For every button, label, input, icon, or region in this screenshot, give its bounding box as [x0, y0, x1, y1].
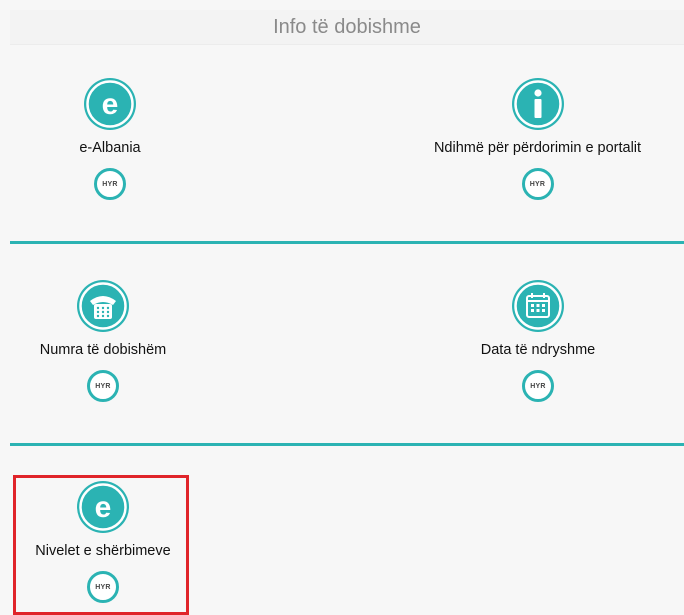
card-numra: Numra të dobishëm HYR [18, 280, 188, 402]
section-title: Info të dobishme [273, 15, 421, 38]
hyr-label: HYR [529, 180, 546, 188]
hyr-label: HYR [102, 180, 118, 188]
card-label: e-Albania [79, 140, 141, 156]
hyr-button[interactable]: HYR [522, 370, 554, 402]
e-letter-icon[interactable]: e [84, 78, 136, 130]
card-label: Data të ndryshme [480, 342, 596, 358]
card-e-albania: e e-Albania HYR [50, 78, 170, 200]
hyr-button[interactable]: HYR [521, 168, 554, 200]
phone-icon[interactable] [77, 280, 129, 332]
hyr-label: HYR [530, 382, 546, 390]
divider [10, 241, 684, 244]
card-data: Data të ndryshme HYR [458, 280, 618, 402]
section-header: Info të dobishme [10, 10, 684, 45]
card-label: Numra të dobishëm [39, 342, 167, 358]
hyr-label: HYR [95, 382, 111, 390]
card-ndihme: Ndihmë për përdorimin e portalit HYR [405, 78, 670, 200]
svg-text:e: e [102, 88, 119, 121]
divider [10, 443, 684, 446]
selection-highlight [13, 475, 189, 615]
info-icon[interactable] [511, 78, 564, 130]
hyr-button[interactable]: HYR [87, 370, 119, 402]
calendar-icon[interactable] [512, 280, 564, 332]
card-label: Ndihmë për përdorimin e portalit [433, 140, 642, 156]
hyr-button[interactable]: HYR [94, 168, 126, 200]
